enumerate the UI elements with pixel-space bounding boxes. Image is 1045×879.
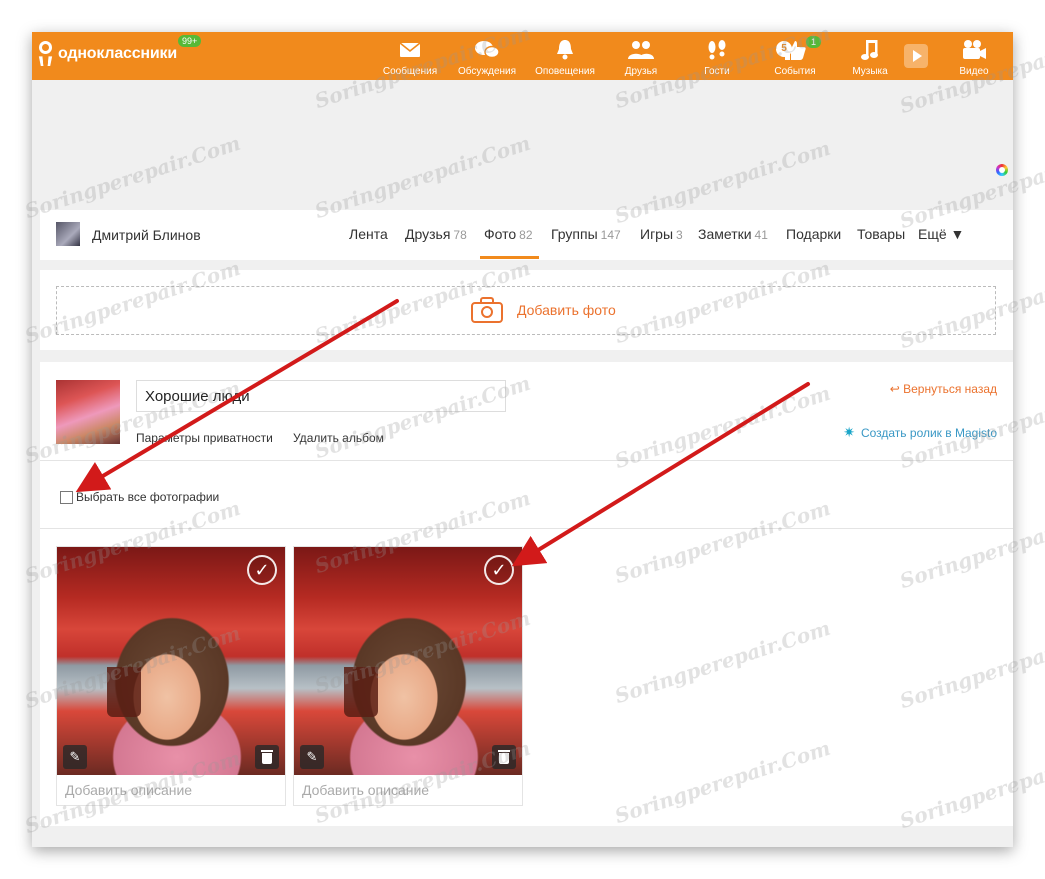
select-photo-checkmark-icon[interactable]: ✓ <box>247 555 277 585</box>
tab-games-label: Игры <box>640 226 674 242</box>
bell-icon <box>532 38 598 62</box>
photo-thumbnail[interactable] <box>57 547 285 775</box>
add-photo-dropzone[interactable]: Добавить фото <box>56 286 996 335</box>
video-camera-icon <box>952 38 996 62</box>
nav-guests[interactable]: Гости <box>696 38 738 77</box>
trash-icon[interactable] <box>492 745 516 769</box>
tab-notes-count: 41 <box>754 228 768 242</box>
back-arrow-icon: ↩ <box>889 382 904 396</box>
envelope-icon <box>382 38 438 62</box>
top-navigation-bar: одноклассники 99+ Сообщения Обсуждения О… <box>32 32 1013 80</box>
photo-description-input[interactable]: Добавить описание <box>57 775 285 805</box>
profile-cover-area <box>32 80 1013 210</box>
album-cover-image[interactable] <box>56 380 120 444</box>
nav-video[interactable]: Видео <box>952 38 996 77</box>
tab-more[interactable]: Ещё ▼ <box>918 226 964 242</box>
trash-icon[interactable] <box>255 745 279 769</box>
tab-notes[interactable]: Заметки 41 <box>698 226 768 242</box>
ok-logo-icon <box>38 40 53 68</box>
theme-color-icon[interactable] <box>996 164 1008 176</box>
nav-messages-label: Сообщения <box>382 66 438 77</box>
tab-games[interactable]: Игры 3 <box>640 226 683 242</box>
photo-detail <box>344 667 378 717</box>
nav-friends-label: Друзья <box>624 66 658 77</box>
back-link-label: Вернуться назад <box>903 382 997 396</box>
video-play-icon[interactable] <box>904 44 928 68</box>
privacy-settings-link[interactable]: Параметры приватности <box>136 431 273 445</box>
nav-music[interactable]: Музыка <box>848 38 892 77</box>
tab-more-label: Ещё ▼ <box>918 226 965 242</box>
profile-navigation: Дмитрий Блинов Лента Друзья 78 Фото 82 Гру… <box>40 210 1013 260</box>
photo-detail <box>107 667 141 717</box>
magisto-link[interactable]: ✷ Создать ролик в Magisto <box>843 424 997 441</box>
magisto-star-icon: ✷ <box>843 424 855 440</box>
tab-notes-label: Заметки <box>698 226 752 242</box>
nav-discussions[interactable]: Обсуждения <box>456 38 518 77</box>
tab-gifts-label: Подарки <box>786 226 842 242</box>
divider <box>40 460 1013 461</box>
chat-bubbles-icon <box>456 38 518 62</box>
nav-friends[interactable]: Друзья <box>616 38 666 77</box>
nav-notifications[interactable]: Оповещения <box>532 38 598 77</box>
tab-groups[interactable]: Группы 147 <box>551 226 621 242</box>
tab-photos-count: 82 <box>519 228 533 242</box>
people-icon <box>616 38 666 62</box>
album-title-input[interactable] <box>136 380 506 412</box>
add-photo-card: Добавить фото <box>40 270 1013 350</box>
magisto-link-label: Создать ролик в Magisto <box>860 425 997 440</box>
photo-card: ✓ ✎ Добавить описание <box>293 546 523 806</box>
nav-messages[interactable]: Сообщения <box>382 38 438 77</box>
select-all-label: Выбрать все фотографии <box>76 490 220 504</box>
tab-feed[interactable]: Лента <box>349 226 388 242</box>
nav-events[interactable]: 5 1 События <box>770 36 822 77</box>
add-photo-label: Добавить фото <box>517 302 616 318</box>
nav-events-label: События <box>774 66 816 77</box>
user-name[interactable]: Дмитрий Блинов <box>92 227 201 243</box>
nav-video-label: Видео <box>959 66 989 77</box>
nav-guests-label: Гости <box>704 66 730 77</box>
events-new-badge: 1 <box>806 36 822 48</box>
tab-friends-label: Друзья <box>405 226 451 242</box>
photo-card: ✓ ✎ Добавить описание <box>56 546 286 806</box>
tab-friends-count: 78 <box>453 228 467 242</box>
delete-album-link[interactable]: Удалить альбом <box>293 431 384 445</box>
tab-photos-label: Фото <box>484 226 517 242</box>
album-editor: Параметры приватности Удалить альбом ↩ В… <box>40 362 1013 826</box>
tab-groups-count: 147 <box>600 228 621 242</box>
events-count-badge: 5 <box>776 41 792 57</box>
edit-pencil-icon[interactable]: ✎ <box>300 745 324 769</box>
checkbox-box[interactable] <box>60 490 73 504</box>
select-all-checkbox[interactable]: Выбрать все фотографии <box>60 490 219 504</box>
back-link[interactable]: ↩ Вернуться назад <box>890 382 997 396</box>
tab-products[interactable]: Товары <box>857 226 905 242</box>
photo-description-input[interactable]: Добавить описание <box>294 775 522 805</box>
tab-photos[interactable]: Фото 82 <box>484 226 533 242</box>
active-tab-indicator <box>480 256 539 259</box>
music-note-icon <box>848 38 892 62</box>
logo-text: одноклассники <box>58 45 177 62</box>
tab-friends[interactable]: Друзья 78 <box>405 226 467 242</box>
select-photo-checkmark-icon[interactable]: ✓ <box>484 555 514 585</box>
edit-pencil-icon[interactable]: ✎ <box>63 745 87 769</box>
add-photo-button[interactable]: Добавить фото <box>471 297 616 323</box>
photo-thumbnail[interactable] <box>294 547 522 775</box>
tab-products-label: Товары <box>857 226 906 242</box>
nav-discussions-label: Обсуждения <box>457 66 517 77</box>
tab-gifts[interactable]: Подарки <box>786 226 841 242</box>
divider <box>40 528 1013 529</box>
logo-notification-badge: 99+ <box>178 35 202 47</box>
tab-feed-label: Лента <box>349 226 388 242</box>
nav-notifications-label: Оповещения <box>535 66 595 77</box>
nav-music-label: Музыка <box>852 66 888 77</box>
site-logo[interactable]: одноклассники 99+ <box>38 35 202 68</box>
camera-icon <box>471 297 503 323</box>
tab-groups-label: Группы <box>551 226 598 242</box>
tab-games-count: 3 <box>676 228 683 242</box>
avatar[interactable] <box>56 222 80 246</box>
browser-window: одноклассники 99+ Сообщения Обсуждения О… <box>32 32 1013 847</box>
footprints-icon <box>696 38 738 62</box>
